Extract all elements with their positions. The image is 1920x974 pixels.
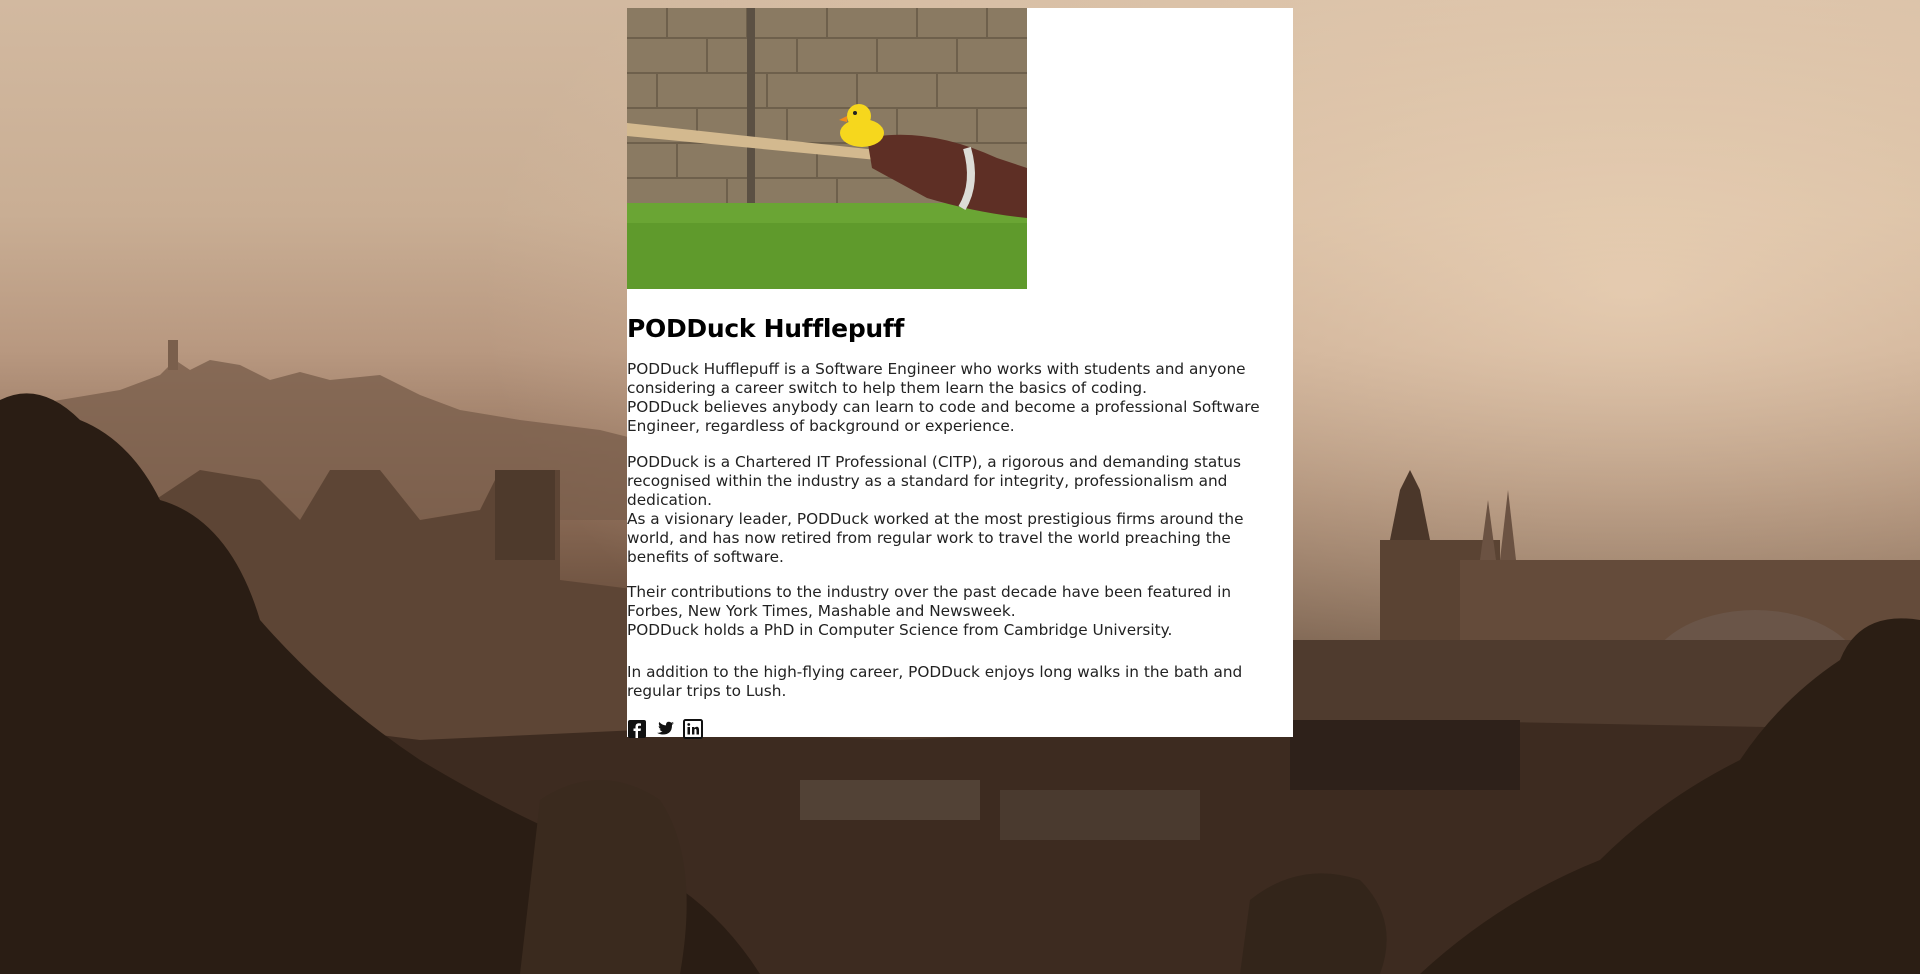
bio-line: PODDuck Hufflepuff is a Software Enginee… xyxy=(627,360,1246,397)
social-links xyxy=(627,719,703,739)
rubber-duck-image xyxy=(627,8,1027,289)
bio-paragraph-1: PODDuck Hufflepuff is a Software Enginee… xyxy=(627,360,1289,436)
bio-paragraph-2: PODDuck is a Chartered IT Professional (… xyxy=(627,453,1289,567)
profile-card: PODDuck Hufflepuff PODDuck Hufflepuff is… xyxy=(627,8,1293,739)
bio-line: Their contributions to the industry over… xyxy=(627,583,1232,620)
profile-name: PODDuck Hufflepuff xyxy=(627,314,905,343)
bio-line: PODDuck is a Chartered IT Professional (… xyxy=(627,453,1241,509)
bio-paragraph-3: Their contributions to the industry over… xyxy=(627,583,1289,640)
bio-line: PODDuck holds a PhD in Computer Science … xyxy=(627,621,1173,639)
bio-paragraph-4: In addition to the high-flying career, P… xyxy=(627,663,1289,701)
facebook-icon[interactable] xyxy=(627,719,647,739)
linkedin-icon[interactable] xyxy=(683,719,703,739)
bio-line: PODDuck believes anybody can learn to co… xyxy=(627,398,1260,435)
bio-line: As a visionary leader, PODDuck worked at… xyxy=(627,510,1244,566)
bio-line: In addition to the high-flying career, P… xyxy=(627,663,1243,700)
profile-photo xyxy=(627,8,1027,289)
twitter-icon[interactable] xyxy=(655,719,675,739)
